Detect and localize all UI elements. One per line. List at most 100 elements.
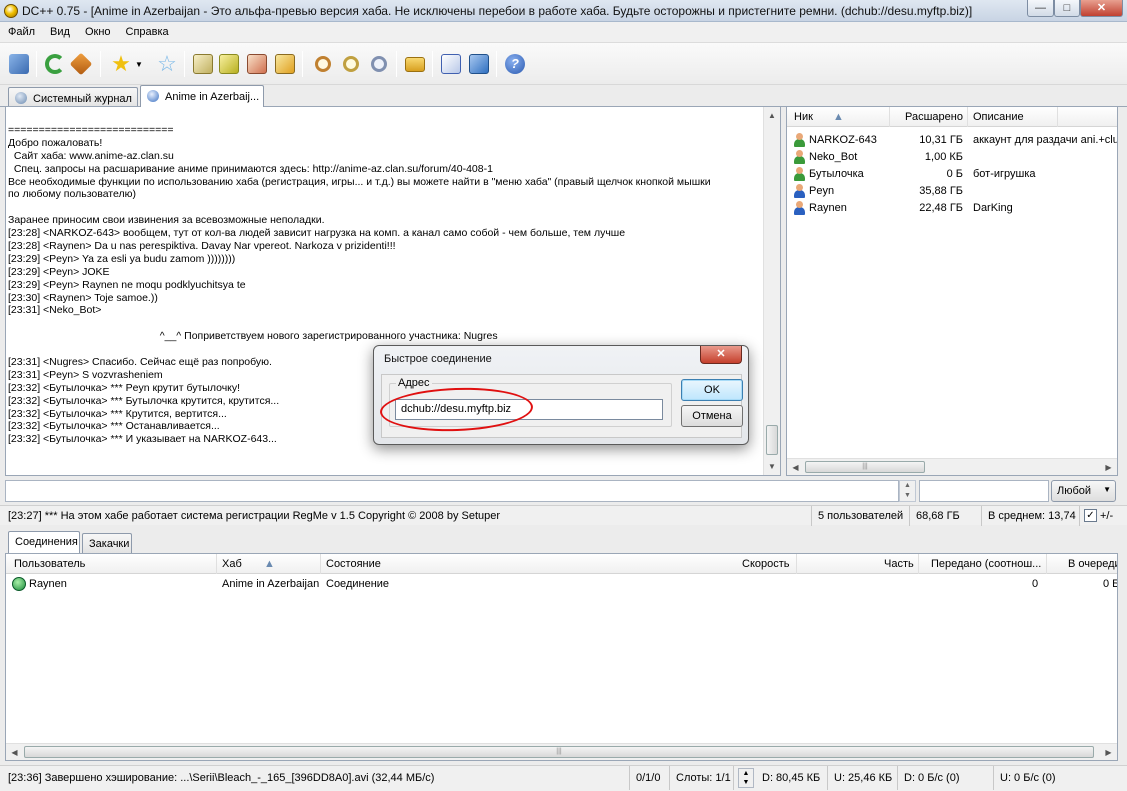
favorite-hubs-button[interactable]: ★ — [108, 51, 134, 77]
chat-line: [23:28] <NARKOZ-643> вообщем, тут от кол… — [8, 227, 626, 240]
toggle-userlist-checkbox[interactable]: ✓ — [1084, 509, 1097, 522]
finished-downloads-button[interactable] — [216, 51, 242, 77]
chat-line: [23:31] <Neko_Bot> — [8, 304, 102, 317]
adl-search-button[interactable] — [338, 51, 364, 77]
chat-line — [8, 201, 762, 214]
connection-icon — [12, 577, 26, 591]
tab-downloads[interactable]: Закачки — [82, 533, 132, 553]
chat-scroll-thumb[interactable] — [766, 425, 778, 455]
transfers-list[interactable]: Пользователь Хаб ▲ Состояние Скорость Ча… — [5, 553, 1118, 761]
reconnect-icon — [45, 54, 65, 74]
message-input[interactable] — [5, 480, 899, 502]
search-spy-button[interactable] — [366, 51, 392, 77]
transfer-hub: Anime in Azerbaijan — [222, 578, 320, 590]
notepad-button[interactable] — [466, 51, 492, 77]
cancel-button[interactable]: Отмена — [681, 405, 743, 427]
settings-button[interactable] — [438, 51, 464, 77]
user-icon — [793, 201, 806, 215]
checkmark-icon: ✓ — [1086, 510, 1095, 521]
column-hub[interactable]: Хаб — [222, 558, 242, 570]
menu-view[interactable]: Вид — [42, 22, 77, 38]
column-description[interactable]: Описание — [973, 111, 1024, 123]
user-row[interactable]: Raynen 22,48 ГБ DarKing — [787, 200, 1117, 217]
menu-help[interactable]: Справка — [118, 22, 176, 38]
app-icon — [4, 4, 18, 18]
column-shared[interactable]: Расшарено — [905, 111, 963, 123]
status-downloaded: D: 80,45 КБ — [758, 766, 828, 790]
favorite-hubs-icon: ★ — [111, 51, 131, 76]
user-nick: Бутылочка — [809, 168, 864, 180]
follow-redirect-button[interactable] — [68, 51, 94, 77]
user-shared: 35,88 ГБ — [919, 185, 963, 197]
user-list-scroll-thumb[interactable]: ||| — [805, 461, 925, 473]
open-file-list-button[interactable] — [402, 51, 428, 77]
user-shared: 1,00 КБ — [924, 151, 963, 163]
user-description: бот-игрушка — [973, 168, 1036, 180]
hub-status-bar: [23:27] *** На этом хабе работает систем… — [0, 505, 1127, 526]
public-hubs-button[interactable] — [6, 51, 32, 77]
minimize-button[interactable]: — — [1027, 0, 1054, 17]
chat-line: =========================== — [8, 124, 174, 136]
address-label: Адрес — [396, 377, 432, 389]
quick-connect-dialog: Быстрое соединение ✕ Адрес dchub://desu.… — [373, 345, 749, 445]
user-filter-input[interactable] — [919, 480, 1049, 502]
ok-button[interactable]: OK — [681, 379, 743, 401]
maximize-button[interactable]: □ — [1054, 0, 1080, 17]
user-icon — [793, 184, 806, 198]
user-row[interactable]: NARKOZ-643 10,31 ГБ аккаунт для раздачи an… — [787, 132, 1117, 149]
tab-hub[interactable]: Anime in Azerbaij... — [140, 85, 264, 107]
menu-file[interactable]: Файл — [0, 22, 42, 38]
column-part[interactable]: Часть — [884, 558, 914, 570]
tab-system-log[interactable]: Системный журнал — [8, 87, 138, 107]
status-message: [23:36] Завершено хэширование: ...\Serii… — [4, 766, 630, 790]
tab-connections[interactable]: Соединения — [8, 531, 80, 553]
table-row[interactable]: Raynen Anime in Azerbaijan Соединение 0 … — [6, 576, 1117, 593]
chat-line: Добро пожаловать! — [8, 136, 103, 149]
scroll-down-arrow[interactable]: ▼ — [764, 458, 780, 475]
column-status[interactable]: Состояние — [326, 558, 381, 570]
favorite-users-button[interactable]: ☆ — [154, 51, 180, 77]
scroll-up-arrow[interactable]: ▲ — [764, 107, 780, 124]
user-shared: 0 Б — [946, 168, 963, 180]
filter-select[interactable]: Любой ▼ — [1051, 480, 1116, 502]
user-nick: Peyn — [809, 185, 835, 197]
address-input[interactable]: dchub://desu.myftp.biz — [395, 399, 663, 420]
user-list[interactable]: Ник ▲ Расшарено Описание NARKOZ-643 10,31… — [786, 106, 1118, 476]
finished-uploads-button[interactable] — [272, 51, 298, 77]
search-button[interactable] — [310, 51, 336, 77]
hub-total-share: 68,68 ГБ — [912, 506, 982, 526]
user-row[interactable]: Neko_Bot 1,00 КБ — [787, 149, 1117, 166]
user-nick: Neko_Bot — [809, 151, 858, 163]
user-row[interactable]: Peyn 35,88 ГБ — [787, 183, 1117, 200]
help-button[interactable]: ? — [502, 51, 528, 77]
scroll-left-arrow[interactable]: ◀ — [6, 744, 23, 760]
adl-search-icon — [343, 56, 359, 72]
sort-asc-icon: ▲ — [833, 111, 844, 123]
column-user[interactable]: Пользователь — [14, 558, 85, 570]
column-speed[interactable]: Скорость — [742, 558, 790, 570]
upload-queue-button[interactable] — [244, 51, 270, 77]
user-row[interactable]: Бутылочка 0 Б бот-игрушка — [787, 166, 1117, 183]
reconnect-button[interactable] — [42, 51, 68, 77]
transfers-scroll-thumb[interactable]: ||| — [24, 746, 1094, 758]
message-input-spinner[interactable]: ▲ ▼ — [899, 480, 916, 502]
public-hubs-icon — [9, 54, 29, 74]
scroll-right-arrow[interactable]: ▶ — [1100, 459, 1117, 475]
transfers-horizontal-scrollbar[interactable]: ◀ ||| ▶ — [6, 743, 1117, 760]
close-button[interactable]: ✕ — [1080, 0, 1123, 17]
column-nick[interactable]: Ник — [794, 111, 813, 123]
dialog-close-button[interactable]: ✕ — [700, 346, 742, 364]
menu-window[interactable]: Окно — [77, 22, 118, 38]
column-transferred[interactable]: Передано (соотнош... — [931, 558, 1041, 570]
column-queued[interactable]: В очереди — [1068, 558, 1117, 570]
scroll-left-arrow[interactable]: ◀ — [787, 459, 804, 475]
user-list-horizontal-scrollbar[interactable]: ◀ ||| ▶ — [787, 458, 1117, 475]
user-nick: NARKOZ-643 — [809, 134, 877, 146]
download-queue-button[interactable] — [190, 51, 216, 77]
transfer-transferred: 0 — [1032, 578, 1039, 590]
slots-spinner[interactable]: ▲ ▼ — [738, 768, 754, 788]
favorite-hubs-dropdown[interactable]: ▼ — [132, 51, 146, 77]
chat-vertical-scrollbar[interactable]: ▲ ▼ — [763, 107, 780, 475]
scroll-right-arrow[interactable]: ▶ — [1100, 744, 1117, 760]
chat-line: Заранее приносим свои извинения за всево… — [8, 214, 325, 227]
